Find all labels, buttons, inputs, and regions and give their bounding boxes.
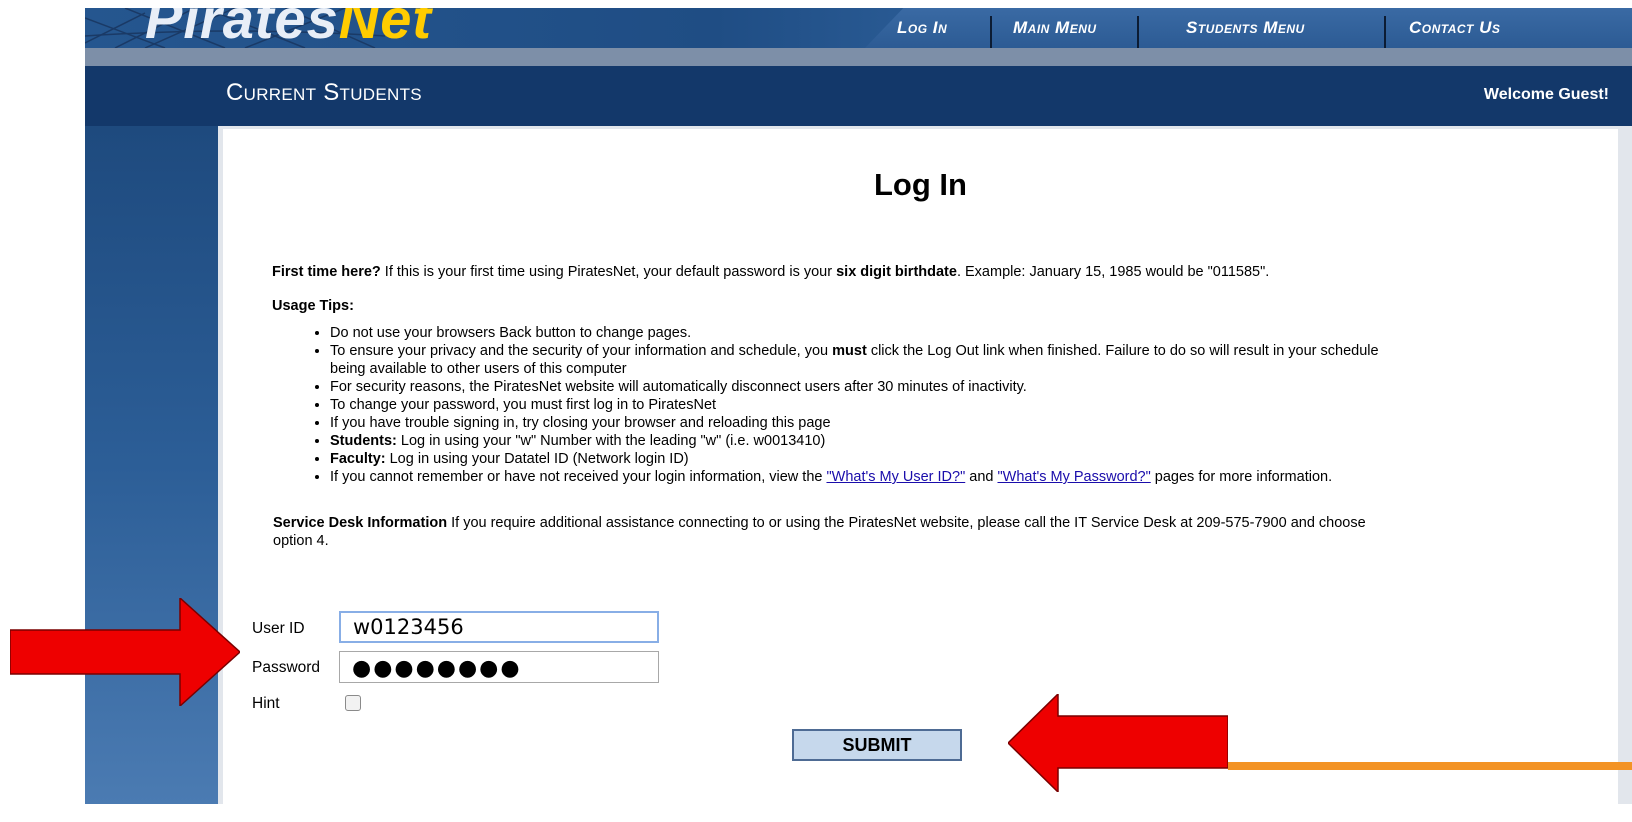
first-time-example: . Example: January 15, 1985 would be "01… xyxy=(956,264,1270,280)
annotation-arrow-left xyxy=(1008,694,1228,792)
nav-divider xyxy=(1384,16,1386,48)
tip-item: Students: Log in using your "w" Number w… xyxy=(330,432,1379,450)
tip-item: To change your password, you must first … xyxy=(330,396,1379,414)
user-id-input[interactable]: w0123456 xyxy=(339,611,659,643)
tip-item: Do not use your browsers Back button to … xyxy=(330,324,1379,342)
submit-button[interactable]: SUBMIT xyxy=(792,729,962,761)
password-input[interactable]: ●●●●●●●● xyxy=(339,651,659,683)
nav-strip xyxy=(85,48,1632,66)
tip-item: If you cannot remember or have not recei… xyxy=(330,468,1379,486)
tip-item: To ensure your privacy and the security … xyxy=(330,342,1379,378)
page-title: Log In xyxy=(874,167,967,202)
whats-my-user-id-link[interactable]: "What's My User ID?" xyxy=(826,469,965,485)
tip-item: If you have trouble signing in, try clos… xyxy=(330,414,1379,432)
hint-label: Hint xyxy=(252,695,280,712)
annotation-arrow-right xyxy=(10,598,240,706)
accent-line xyxy=(1228,762,1632,770)
service-desk-option: option 4. xyxy=(273,533,329,549)
nav-contact-us-link[interactable]: Contact Us xyxy=(1409,18,1500,48)
welcome-message: Welcome Guest! xyxy=(1483,86,1609,103)
birthdate-emphasis: six digit birthdate xyxy=(836,264,957,280)
service-desk-lead: Service Desk Information xyxy=(273,515,448,531)
nav-students-menu-link[interactable]: Students Menu xyxy=(1186,18,1305,48)
usage-tips-list: Do not use your browsers Back button to … xyxy=(300,324,1379,486)
nav-divider xyxy=(990,16,992,48)
section-header: Current Students Welcome Guest! xyxy=(85,66,1632,126)
service-desk-info: Service Desk Information If you require … xyxy=(273,514,1366,550)
nav-main-menu-link[interactable]: Main Menu xyxy=(1013,18,1097,48)
section-title: Current Students xyxy=(226,79,422,106)
password-mask: ●●●●●●●● xyxy=(352,656,522,681)
first-time-text: If this is your first time using Pirates… xyxy=(380,264,837,280)
first-time-notice: First time here? If this is your first t… xyxy=(272,263,1269,281)
password-label: Password xyxy=(252,659,321,676)
service-desk-text: If you require additional assistance con… xyxy=(447,515,1366,531)
site-logo-banner: PiratesNet xyxy=(85,8,985,48)
tip-item: Faculty: Log in using your Datatel ID (N… xyxy=(330,450,1379,468)
main-content: Log In First time here? If this is your … xyxy=(223,129,1618,804)
page-frame: PiratesNet Log In Main Menu Students Men… xyxy=(85,8,1632,804)
first-time-lead: First time here? xyxy=(272,264,381,280)
site-logo[interactable]: PiratesNet xyxy=(145,8,432,48)
whats-my-password-link[interactable]: "What's My Password?" xyxy=(997,469,1150,485)
user-id-label: User ID xyxy=(252,620,305,637)
hint-checkbox[interactable] xyxy=(345,695,361,711)
tip-item: For security reasons, the PiratesNet web… xyxy=(330,378,1379,396)
nav-divider xyxy=(1137,16,1139,48)
nav-log-in-link[interactable]: Log In xyxy=(897,18,947,48)
usage-tips-heading: Usage Tips: xyxy=(272,298,354,314)
